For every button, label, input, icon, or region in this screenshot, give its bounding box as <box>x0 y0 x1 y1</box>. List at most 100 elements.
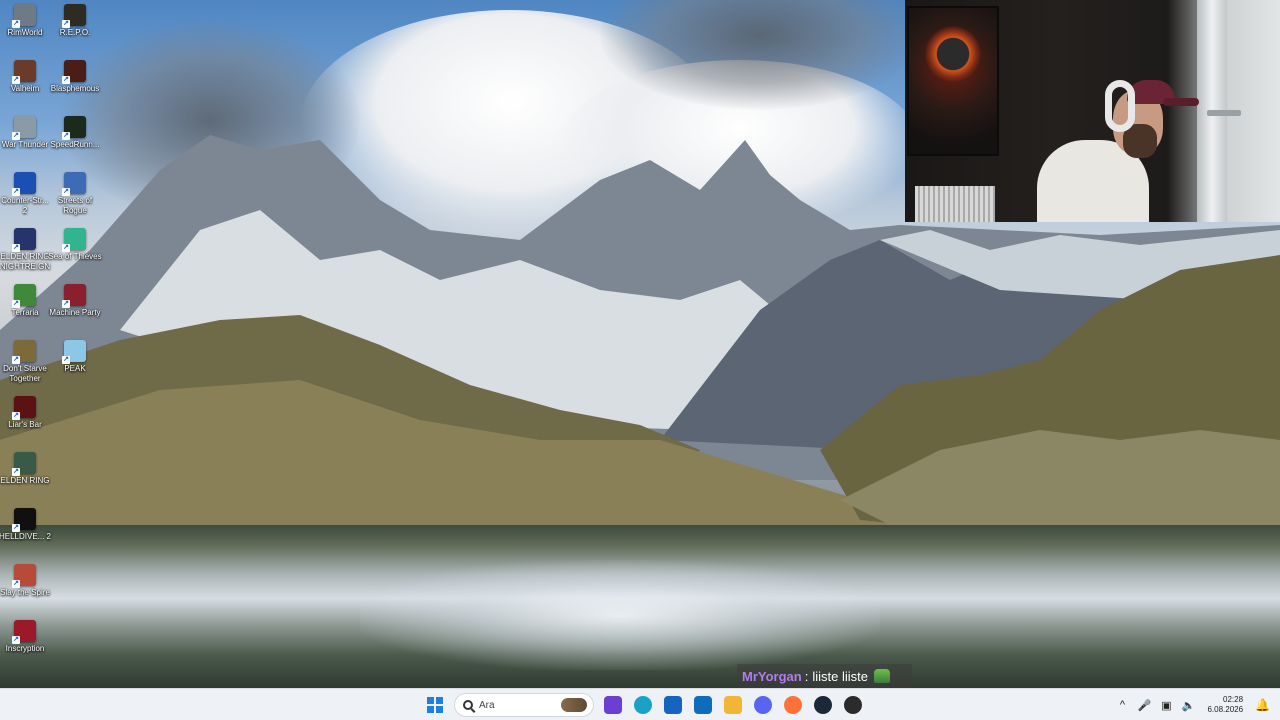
desktop-shortcut[interactable]: ↗ SpeedRunn... <box>50 116 100 170</box>
discord-app[interactable] <box>752 694 774 716</box>
chat-separator: : <box>804 668 809 684</box>
shortcut-arrow-icon: ↗ <box>62 244 70 252</box>
show-hidden-icons-chevron-icon[interactable]: ^ <box>1115 699 1129 711</box>
stream-chat-message: MrYorgan : liiste liiste <box>737 664 912 688</box>
shortcut-arrow-icon: ↗ <box>62 300 70 308</box>
rimworld-icon: ↗ <box>12 4 36 28</box>
desktop-shortcut-label: RimWorld <box>7 28 43 37</box>
dont-starve-together-icon: ↗ <box>12 340 36 364</box>
desktop-shortcut[interactable]: ↗ Terraria <box>0 284 50 338</box>
folder-icon <box>724 696 742 714</box>
elden-ring-nightreign-icon: ↗ <box>12 228 36 252</box>
desktop-shortcut[interactable]: ↗ Streets of Rogue <box>50 172 100 226</box>
clock-date: 6.08.2026 <box>1207 705 1244 714</box>
desktop-shortcut[interactable]: ↗ Sea of Thieves <box>48 228 102 282</box>
desktop-shortcut[interactable]: ↗ ELDEN RING NIGHTREIGN <box>0 228 50 282</box>
desktop-shortcut[interactable]: ↗ War Thunder <box>0 116 50 170</box>
steam-icon <box>814 696 832 714</box>
desktop-shortcut[interactable]: ↗ PEAK <box>50 340 100 394</box>
desktop-shortcut[interactable]: ↗ Don't Starve Together <box>0 340 50 394</box>
webcam-door-handle <box>1207 110 1241 116</box>
calendar-icon <box>664 696 682 714</box>
desktop-shortcut-label: Streets of Rogue <box>57 196 93 215</box>
repo-icon: ↗ <box>62 4 86 28</box>
desktop-shortcut[interactable]: ↗ ELDEN RING <box>0 452 50 506</box>
microphone-icon[interactable]: 🎤 <box>1137 699 1152 712</box>
desktop-shortcut[interactable]: ↗ Slay the Spire <box>0 564 50 618</box>
store-app[interactable] <box>602 694 624 716</box>
microsoft-store-icon <box>604 696 622 714</box>
desktop-shortcut-label: War Thunder <box>1 140 49 149</box>
desktop-shortcut[interactable]: ↗ RimWorld <box>0 4 50 58</box>
outlook-app[interactable] <box>692 694 714 716</box>
elden-ring-icon: ↗ <box>12 452 36 476</box>
desktop-shortcut-label: R.E.P.O. <box>59 28 91 37</box>
search-placeholder: Ara <box>479 699 495 711</box>
chat-username: MrYorgan <box>742 668 802 684</box>
speedrunners-icon: ↗ <box>62 116 86 140</box>
desktop-shortcut[interactable]: ↗ Counter-Str... 2 <box>0 172 50 226</box>
counter-strike-icon: ↗ <box>12 172 36 196</box>
discord-icon <box>754 696 772 714</box>
taskbar-pinned-apps <box>602 694 864 716</box>
desktop-shortcut-label: PEAK <box>64 364 86 373</box>
liars-bar-icon: ↗ <box>12 396 36 420</box>
desktop-shortcut-label: Machine Party <box>49 308 101 317</box>
desktop-shortcut[interactable]: ↗ Machine Party <box>49 284 101 338</box>
edge-app[interactable] <box>632 694 654 716</box>
desktop-shortcut-label: Liar's Bar <box>8 420 42 429</box>
desktop-shortcut-label: ELDEN RING NIGHTREIGN <box>0 252 51 271</box>
windows-logo-icon <box>427 697 443 713</box>
desktop-shortcut[interactable]: ↗ Blasphemous <box>50 60 100 114</box>
steam-app[interactable] <box>812 694 834 716</box>
taskbar: Ara ^ 🎤 ▣ 🔈 02:28 6.08.2026 🔔 <box>0 688 1280 720</box>
shortcut-arrow-icon: ↗ <box>12 356 20 364</box>
outlook-icon <box>694 696 712 714</box>
shortcut-arrow-icon: ↗ <box>12 412 20 420</box>
obs-app[interactable] <box>842 694 864 716</box>
chat-emote-icon <box>873 669 890 683</box>
firefox-app[interactable] <box>782 694 804 716</box>
chat-message-text: liiste liiste <box>812 668 868 684</box>
desktop-shortcut[interactable]: ↗ HELLDIVE... 2 <box>0 508 51 562</box>
desktop-shortcut-label: Slay the Spire <box>0 588 50 597</box>
shortcut-arrow-icon: ↗ <box>12 580 20 588</box>
desktop-shortcut-label: Don't Starve Together <box>3 364 47 383</box>
start-button[interactable] <box>424 694 446 716</box>
webcam-poster <box>907 6 999 156</box>
volume-icon[interactable]: 🔈 <box>1181 699 1196 712</box>
desktop-shortcut[interactable]: ↗ Valheim <box>0 60 50 114</box>
system-tray: ^ 🎤 ▣ 🔈 02:28 6.08.2026 🔔 <box>1115 689 1280 720</box>
shortcut-arrow-icon: ↗ <box>62 132 70 140</box>
desktop-icons: ↗ RimWorld ↗ R.E.P.O. ↗ Valheim ↗ Blasphemous ↗ W… <box>0 0 110 688</box>
shortcut-arrow-icon: ↗ <box>12 20 20 28</box>
calendar-app[interactable] <box>662 694 684 716</box>
firefox-icon <box>784 696 802 714</box>
network-icon[interactable]: ▣ <box>1159 699 1173 712</box>
shortcut-arrow-icon: ↗ <box>12 636 20 644</box>
file-explorer-app[interactable] <box>722 694 744 716</box>
webcam-streamer-cap-brim <box>1163 98 1199 106</box>
shortcut-arrow-icon: ↗ <box>12 300 20 308</box>
desktop-shortcut[interactable]: ↗ Inscryption <box>0 620 50 674</box>
shortcut-arrow-icon: ↗ <box>62 188 70 196</box>
notification-bell-icon[interactable]: 🔔 <box>1255 698 1270 712</box>
desktop-shortcut[interactable]: ↗ R.E.P.O. <box>50 4 100 58</box>
helldivers-2-icon: ↗ <box>12 508 36 532</box>
search-highlight-icon <box>561 698 587 712</box>
obs-icon <box>844 696 862 714</box>
edge-icon <box>634 696 652 714</box>
desktop-shortcut-label: Valheim <box>10 84 40 93</box>
inscryption-icon: ↗ <box>12 620 36 644</box>
desktop-shortcut-label: Sea of Thieves <box>48 252 102 261</box>
desktop-shortcut-label: Terraria <box>11 308 39 317</box>
desktop-shortcut-label: Counter-Str... 2 <box>1 196 49 215</box>
shortcut-arrow-icon: ↗ <box>12 524 20 532</box>
desktop-shortcut[interactable]: ↗ Liar's Bar <box>0 396 50 450</box>
search-icon <box>463 700 473 710</box>
peak-icon: ↗ <box>62 340 86 364</box>
taskbar-search[interactable]: Ara <box>454 693 594 717</box>
taskbar-clock[interactable]: 02:28 6.08.2026 <box>1207 695 1243 715</box>
sea-of-thieves-icon: ↗ <box>62 228 86 252</box>
shortcut-arrow-icon: ↗ <box>12 468 20 476</box>
